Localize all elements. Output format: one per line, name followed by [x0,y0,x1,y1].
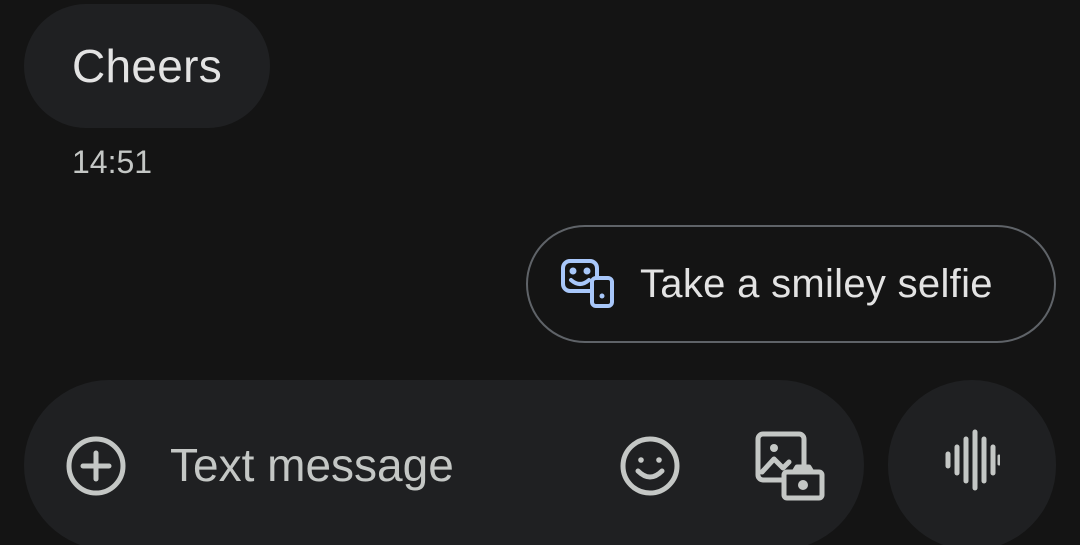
conversation-screen: Cheers 14:51 Take a smiley selfie [0,0,1080,545]
incoming-message-bubble[interactable]: Cheers [24,4,271,128]
add-circle-icon[interactable] [64,434,128,498]
voice-waveform-icon [944,429,1001,496]
smiley-selfie-suggestion-chip[interactable]: Take a smiley selfie [526,225,1056,343]
voice-message-button[interactable] [888,380,1056,545]
suggestion-label: Take a smiley selfie [640,261,993,306]
emoji-icon[interactable] [614,430,686,502]
message-timestamp: 14:51 [72,144,153,180]
message-input[interactable] [170,430,590,500]
message-text: Cheers [72,40,223,92]
smiley-selfie-icon [560,258,618,310]
gallery-camera-icon[interactable] [750,426,830,506]
compose-bar [24,380,864,545]
